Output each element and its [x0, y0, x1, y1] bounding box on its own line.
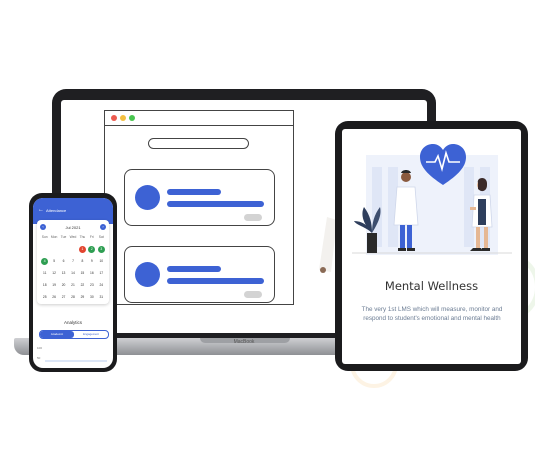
calendar-day[interactable]: 31 [97, 294, 106, 301]
calendar-grid: Sun Mon Tue Wed Thu Fri Sat 1 2 3 4 5 6 7 8 9 10 11 12 13 14… [40, 234, 106, 301]
avatar [135, 262, 160, 287]
minimize-dot[interactable] [120, 115, 126, 121]
calendar-day[interactable]: 24 [97, 282, 106, 289]
calendar-day[interactable]: 26 [49, 294, 58, 301]
calendar-day[interactable]: 28 [68, 294, 77, 301]
content-card[interactable] [124, 169, 275, 226]
tab-academic[interactable]: Academic [40, 331, 74, 338]
card-text-line [167, 278, 264, 284]
card-title-line [167, 189, 221, 195]
address-bar[interactable] [148, 138, 249, 149]
close-dot[interactable] [111, 115, 117, 121]
calendar-day[interactable]: 21 [68, 282, 77, 289]
card-action-pill[interactable] [244, 214, 262, 221]
chart-baseline [45, 360, 107, 362]
chart-axis-label: 100 [37, 346, 43, 350]
calendar-day[interactable]: 19 [49, 282, 58, 289]
heart-pulse-icon [420, 144, 466, 186]
calendar-day[interactable]: 4 [41, 258, 49, 265]
weekday-label: Sat [98, 235, 104, 239]
calendar-empty [49, 246, 58, 253]
content-card[interactable] [124, 246, 275, 303]
card-title-line [167, 266, 221, 272]
calendar-day[interactable]: 15 [78, 270, 87, 277]
chart-axis-label: 50 [37, 356, 41, 360]
calendar-day[interactable]: 23 [87, 282, 96, 289]
card-text-line [167, 201, 264, 207]
calendar-day[interactable]: 29 [78, 294, 87, 301]
calendar-day[interactable]: 25 [40, 294, 49, 301]
weekday-label: Tue [60, 235, 67, 239]
calendar-day[interactable]: 18 [40, 282, 49, 289]
tablet-screen: Mental Wellness The very 1st LMS which w… [342, 129, 521, 364]
page-title: Mental Wellness [384, 279, 479, 293]
calendar-card: ‹ Jul 2021 › Sun Mon Tue Wed Thu Fri Sat 1 2 3 4 5 6… [37, 220, 109, 304]
calendar-day[interactable]: 30 [87, 294, 96, 301]
calendar-day[interactable]: 9 [87, 258, 96, 265]
calendar-day[interactable]: 10 [97, 258, 106, 265]
weekday-label: Sun [41, 235, 48, 239]
card-action-pill[interactable] [244, 291, 262, 298]
weekday-label: Fri [89, 235, 94, 239]
calendar-day[interactable]: 20 [59, 282, 68, 289]
calendar-day[interactable]: 12 [49, 270, 58, 277]
analytics-tabs: Academic Engagement [39, 330, 109, 339]
chevron-left-icon[interactable]: ‹ [40, 224, 46, 230]
calendar-day[interactable]: 17 [97, 270, 106, 277]
calendar-day[interactable]: 6 [59, 258, 68, 265]
weekday-label: Wed [69, 235, 77, 239]
calendar-day[interactable]: 8 [78, 258, 87, 265]
chevron-right-icon[interactable]: › [100, 224, 106, 230]
calendar-day[interactable]: 27 [59, 294, 68, 301]
calendar-empty [68, 246, 77, 253]
calendar-day[interactable]: 16 [87, 270, 96, 277]
laptop-brand: MacBook [233, 339, 255, 345]
calendar-empty [59, 246, 68, 253]
calendar-day[interactable]: 11 [40, 270, 49, 277]
calendar-day[interactable]: 5 [49, 258, 58, 265]
weekday-label: Mon [50, 235, 58, 239]
browser-titlebar [105, 111, 293, 126]
calendar-day[interactable]: 7 [68, 258, 77, 265]
calendar-day[interactable]: 2 [88, 246, 96, 253]
calendar-day[interactable]: 13 [59, 270, 68, 277]
analytics-title: Analytics [63, 320, 82, 325]
calendar-day[interactable]: 3 [97, 246, 105, 253]
description-text: The very 1st LMS which will measure, mon… [361, 306, 503, 322]
calendar-day[interactable]: 1 [78, 246, 86, 253]
phone-screen: ← Attendance ‹ Jul 2021 › Sun Mon Tue Wed Th… [33, 198, 113, 368]
calendar-day[interactable]: 14 [68, 270, 77, 277]
avatar [135, 185, 160, 210]
phone-header-title: Attendance [46, 208, 67, 213]
arrow-left-icon[interactable]: ← [38, 207, 44, 213]
tab-engagement[interactable]: Engagement [74, 331, 108, 338]
calendar-empty [40, 246, 49, 253]
calendar-month: Jul 2021 [65, 225, 81, 230]
browser-window [104, 110, 294, 305]
maximize-dot[interactable] [129, 115, 135, 121]
calendar-day[interactable]: 22 [78, 282, 87, 289]
weekday-label: Thu [79, 235, 86, 239]
